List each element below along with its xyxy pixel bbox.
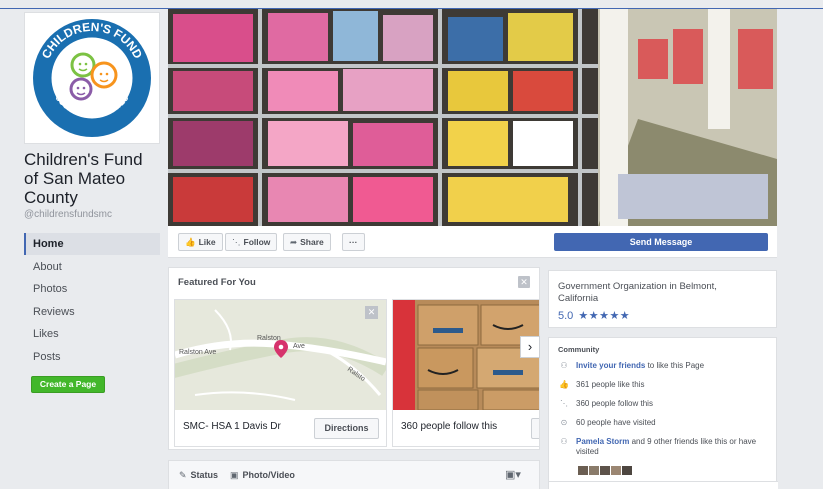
thumbs-up-icon: 👍 xyxy=(185,237,196,247)
avatar[interactable] xyxy=(611,466,621,475)
photo-caption: 360 people follow this xyxy=(401,421,498,432)
close-icon[interactable]: ✕ xyxy=(518,276,530,288)
follow-button[interactable]: ⋱ Follow xyxy=(225,233,278,251)
follow-label: Follow xyxy=(243,237,271,247)
rating-stars-icon: ★★★★★ xyxy=(578,310,631,322)
send-message-button[interactable]: Send Message xyxy=(554,233,768,251)
page-title-line: of San Mateo xyxy=(24,169,126,188)
photo-action-button[interactable] xyxy=(531,418,539,439)
avatar[interactable] xyxy=(578,466,588,475)
boxes-photo-image xyxy=(393,300,539,410)
photo-card[interactable]: 360 people follow this xyxy=(392,299,539,447)
directions-button[interactable]: Directions xyxy=(314,418,379,439)
page-action-bar: 👍 Like ⋱ Follow ➦ Share ··· Send Message xyxy=(168,226,777,258)
people-icon: ⚇ xyxy=(560,437,568,446)
page-handle[interactable]: @childrensfundsmc xyxy=(24,209,112,220)
visits-row: ⊙ 60 people have visited xyxy=(558,418,772,428)
status-tab[interactable]: ✎ Status xyxy=(179,470,218,481)
community-title: Community xyxy=(558,345,600,354)
status-label: Status xyxy=(190,470,219,480)
composer-options-icon[interactable]: ▣▾ xyxy=(505,468,521,481)
invite-row: ⚇ Invite your friends to like this Page xyxy=(558,361,772,371)
map-image: Ralston Ave Ralston Ave Ralsto xyxy=(175,300,386,410)
featured-title: Featured For You xyxy=(178,277,256,288)
map-address: SMC- HSA 1 Davis Dr xyxy=(183,421,281,432)
friend-avatars xyxy=(578,462,633,475)
thumbs-up-icon: 👍 xyxy=(559,380,569,389)
photo[interactable] xyxy=(393,300,539,410)
map-street-label: Ave xyxy=(293,343,305,350)
share-arrow-icon: ➦ xyxy=(290,237,298,247)
map-card[interactable]: Ralston Ave Ralston Ave Ralsto ✕ SMC- HS… xyxy=(174,299,387,447)
photo-video-label: Photo/Video xyxy=(242,470,295,480)
chevron-right-icon[interactable]: › xyxy=(520,336,540,358)
community-footer xyxy=(549,481,778,489)
nav-item-reviews[interactable]: Reviews xyxy=(24,301,160,323)
follows-row: ⋱ 360 people follow this xyxy=(558,399,772,409)
avatar[interactable] xyxy=(589,466,599,475)
map-street-label: Ralston Ave xyxy=(179,349,216,356)
friend-name-link[interactable]: Pamela Storm xyxy=(576,437,629,446)
page-nav: Home About Photos Reviews Likes Posts xyxy=(24,233,160,368)
like-button[interactable]: 👍 Like xyxy=(178,233,223,251)
create-page-button[interactable]: Create a Page xyxy=(31,376,105,393)
nav-item-home[interactable]: Home xyxy=(24,233,160,255)
nav-item-likes[interactable]: Likes xyxy=(24,323,160,345)
rss-icon: ⋱ xyxy=(560,399,568,408)
map[interactable]: Ralston Ave Ralston Ave Ralsto ✕ xyxy=(175,300,386,410)
page-category[interactable]: Government Organization in Belmont, Cali… xyxy=(558,281,758,305)
avatar[interactable] xyxy=(622,466,632,475)
likes-row: 👍 361 people like this xyxy=(558,380,772,390)
rating[interactable]: 5.0 ★★★★★ xyxy=(558,309,630,322)
nav-item-about[interactable]: About xyxy=(24,256,160,278)
cover-photo-image xyxy=(168,9,777,226)
friends-row: ⚇ Pamela Storm and 9 other friends like … xyxy=(558,437,772,457)
about-card: Government Organization in Belmont, Cali… xyxy=(548,270,777,328)
share-label: Share xyxy=(300,237,324,247)
profile-picture[interactable]: CHILDREN'S FUND COUNTY of SAN MATEO xyxy=(24,12,160,144)
photo-video-tab[interactable]: ▣ Photo/Video xyxy=(230,470,295,481)
post-composer: ✎ Status ▣ Photo/Video ▣▾ xyxy=(168,460,540,489)
nav-item-posts[interactable]: Posts xyxy=(24,346,160,368)
like-label: Like xyxy=(198,237,216,247)
page-title: Children's Fund of San Mateo County xyxy=(24,150,164,207)
invite-friends-link[interactable]: Invite your friends xyxy=(576,361,645,370)
childrens-fund-logo: CHILDREN'S FUND COUNTY of SAN MATEO xyxy=(33,19,151,137)
people-icon: ⚇ xyxy=(560,361,568,370)
rss-icon: ⋱ xyxy=(232,237,241,247)
page-title-line: County xyxy=(24,188,78,207)
cover-photo[interactable] xyxy=(168,9,777,226)
share-button[interactable]: ➦ Share xyxy=(283,233,331,251)
location-pin-icon: ⊙ xyxy=(560,418,568,427)
invite-text: to like this Page xyxy=(645,361,705,370)
pencil-icon: ✎ xyxy=(179,470,187,480)
likes-count[interactable]: 361 people like this xyxy=(576,380,772,390)
visits-count: 60 people have visited xyxy=(576,418,656,427)
featured-for-you-card: Featured For You ✕ Ralston Ave Ralston A… xyxy=(168,267,540,450)
community-card: Community ⚇ Invite your friends to like … xyxy=(548,337,778,489)
rating-value: 5.0 xyxy=(558,310,574,322)
close-icon[interactable]: ✕ xyxy=(365,306,378,319)
page-title-line: Children's Fund xyxy=(24,150,143,169)
more-button[interactable]: ··· xyxy=(342,233,365,251)
follows-count[interactable]: 360 people follow this xyxy=(576,399,772,409)
map-street-label: Ralston xyxy=(257,335,281,342)
top-bar-edge xyxy=(0,0,823,9)
avatar[interactable] xyxy=(600,466,610,475)
camera-icon: ▣ xyxy=(230,470,239,480)
nav-item-photos[interactable]: Photos xyxy=(24,278,160,300)
